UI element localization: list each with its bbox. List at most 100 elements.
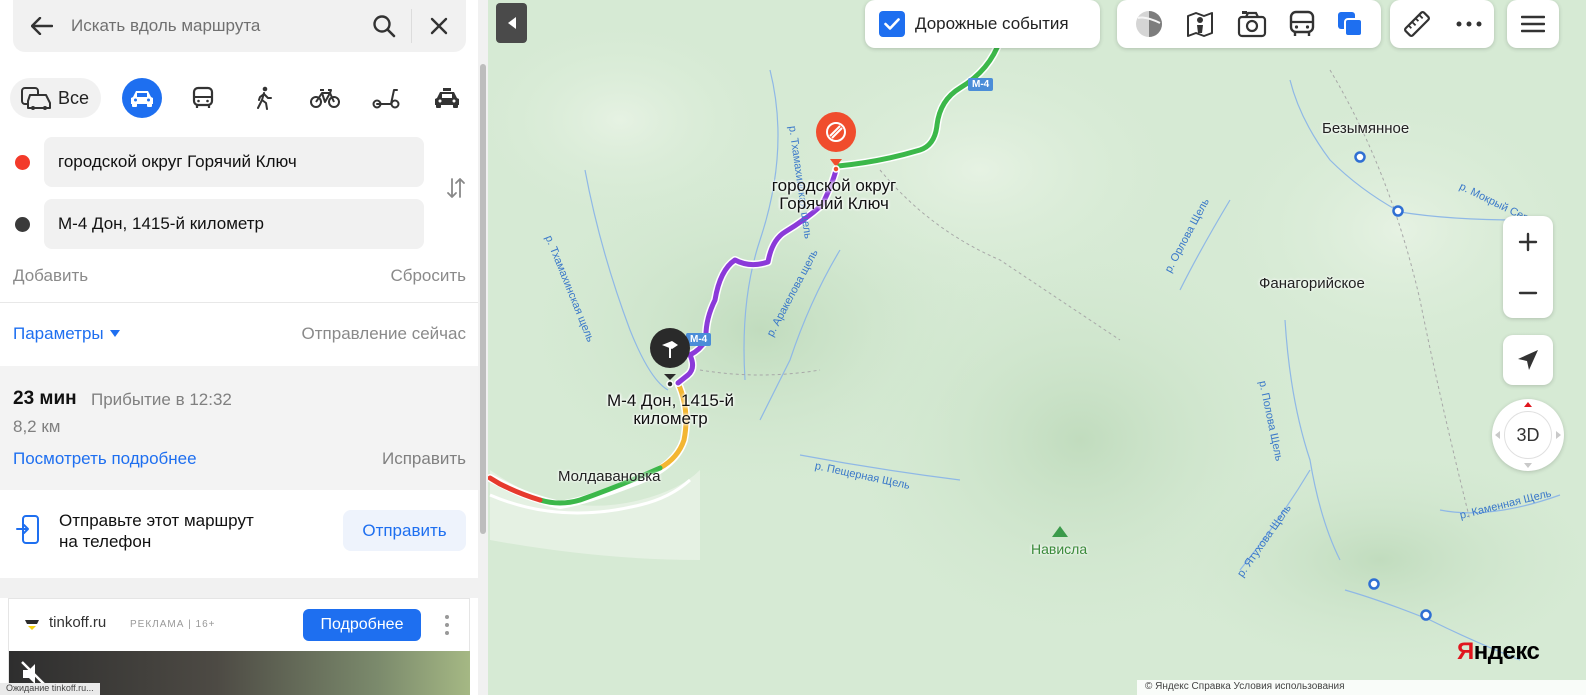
map-type-icon[interactable] [1134, 9, 1164, 39]
scrollbar-thumb[interactable] [480, 64, 486, 534]
yandex-logo-first: Я [1457, 638, 1474, 665]
route-option-card[interactable]: 23 мин Прибытие в 12:32 8,2 км Посмотрет… [0, 366, 478, 490]
multimodal-icon [21, 87, 51, 110]
reset-link[interactable]: Сбросить [390, 266, 466, 286]
start-label-line1: городской округ [771, 176, 897, 195]
arrow-left-icon [31, 17, 53, 35]
start-pin-icon[interactable] [814, 111, 858, 173]
my-location-button[interactable] [1503, 335, 1553, 385]
panorama-person-icon[interactable] [1185, 9, 1215, 39]
check-icon [884, 18, 900, 30]
ad-separator [0, 578, 478, 598]
route-distance: 8,2 км [13, 417, 61, 436]
search-input[interactable]: Искать вдоль маршрута [71, 16, 357, 36]
map-layers-bar [1117, 0, 1381, 48]
zoom-in-button[interactable] [1503, 216, 1553, 267]
place-label[interactable]: Безымянное [1322, 120, 1409, 137]
more-horizontal-icon[interactable] [1456, 21, 1482, 27]
mode-scooter-button[interactable] [366, 78, 406, 118]
to-field[interactable]: М-4 Дон, 1415-й километр [44, 199, 424, 249]
yandex-logo-rest: ндекс [1473, 638, 1540, 665]
send-button[interactable]: Отправить [343, 510, 466, 551]
map-footer-links[interactable]: © Яндекс Справка Условия использования [1137, 680, 1586, 695]
public-transport-icon[interactable] [1289, 10, 1315, 38]
caret-down-icon [109, 330, 120, 337]
search-icon [373, 15, 396, 38]
bus-icon [192, 86, 214, 108]
send-text-line2: на телефон [59, 532, 152, 551]
more-vertical-icon[interactable] [443, 613, 451, 637]
traffic-events-toggle[interactable]: Дорожные события [865, 0, 1100, 48]
departure-time-button[interactable]: Отправление сейчас [302, 324, 466, 344]
ad-more-button[interactable]: Подробнее [303, 609, 421, 641]
yandex-logo[interactable]: Яндекс [1457, 638, 1540, 666]
divider [0, 302, 478, 303]
mode-walk-button[interactable] [244, 78, 284, 118]
settlement-dot-icon [1368, 578, 1380, 590]
close-button[interactable] [412, 0, 466, 52]
traffic-label: Дорожные события [915, 14, 1069, 33]
swap-icon[interactable] [444, 176, 468, 200]
scooter-icon [372, 89, 400, 109]
route-fix-link[interactable]: Исправить [382, 449, 466, 469]
advertiser-logo-icon [25, 620, 39, 630]
mode-taxi-button[interactable] [427, 78, 467, 118]
params-label: Параметры [13, 324, 104, 343]
compass-3d-button[interactable]: 3D [1492, 399, 1564, 471]
send-to-phone-row: Отправьте этот маршрут на телефон Отправ… [0, 490, 478, 578]
zoom-out-button[interactable] [1503, 267, 1553, 318]
end-pin-icon[interactable] [648, 326, 692, 388]
send-text-line1: Отправьте этот маршрут [59, 511, 254, 530]
route-duration: 23 мин [13, 388, 77, 409]
mode-all-label: Все [58, 87, 90, 108]
camera-icon[interactable] [1237, 10, 1267, 38]
mode-car-button[interactable] [122, 78, 163, 118]
peak-icon [1052, 526, 1068, 537]
to-point-dot [15, 217, 30, 232]
ad-domain[interactable]: tinkoff.ru [49, 614, 106, 631]
settlement-dot-icon [1420, 609, 1432, 621]
start-label-line2: Горячий Ключ [779, 194, 889, 213]
route-panel: Искать вдоль маршрута Все городской окру… [0, 0, 478, 695]
start-point-label: городской округ Горячий Ключ [758, 177, 910, 213]
panel-scrollbar[interactable] [478, 0, 488, 695]
pedestrian-icon [257, 86, 273, 110]
taxi-icon [435, 88, 460, 108]
map-tools-bar [1390, 0, 1494, 48]
send-to-phone-text: Отправьте этот маршрут на телефон [59, 510, 254, 552]
main-menu-button[interactable] [1507, 0, 1559, 48]
settlement-dot-icon [1392, 205, 1404, 217]
params-dropdown[interactable]: Параметры [13, 324, 120, 344]
mode-transit-button[interactable] [183, 78, 223, 118]
road-shield-m4-north: M-4 [968, 78, 994, 91]
send-to-phone-icon [16, 515, 39, 544]
route-search-bar: Искать вдоль маршрута [13, 0, 466, 52]
plus-icon [1518, 232, 1538, 251]
peak-label[interactable]: Нависла [1031, 541, 1087, 557]
ad-banner[interactable]: tinkoff.ru РЕКЛАМА | 16+ Подробнее [8, 598, 470, 695]
search-button[interactable] [357, 0, 411, 52]
compass-ticks-icon [1495, 402, 1561, 468]
navigation-arrow-icon [1518, 350, 1538, 370]
ruler-icon[interactable] [1403, 10, 1431, 38]
mode-bike-button[interactable] [305, 78, 345, 118]
route-details-link[interactable]: Посмотреть подробнее [13, 449, 197, 469]
traffic-checkbox[interactable] [879, 11, 905, 37]
transport-modes: Все [10, 78, 467, 118]
place-label[interactable]: Молдавановка [558, 468, 661, 485]
route-arrival: Прибытие в 12:32 [91, 390, 232, 409]
add-point-link[interactable]: Добавить [13, 266, 88, 286]
collapse-panel-button[interactable] [496, 3, 527, 43]
minus-icon [1518, 291, 1538, 294]
layers-icon[interactable] [1336, 10, 1364, 38]
end-point-label: М-4 Дон, 1415-й километр [598, 392, 743, 428]
hamburger-icon [1521, 15, 1545, 33]
status-bar-url: Ожидание tinkoff.ru... [0, 683, 100, 695]
zoom-control [1503, 216, 1553, 318]
car-icon [131, 91, 154, 107]
back-button[interactable] [13, 0, 71, 52]
end-label-line1: М-4 Дон, 1415-й [607, 391, 734, 410]
from-field[interactable]: городской округ Горячий Ключ [44, 137, 424, 187]
mode-all-button[interactable]: Все [10, 78, 102, 118]
place-label[interactable]: Фанагорийское [1259, 275, 1365, 292]
